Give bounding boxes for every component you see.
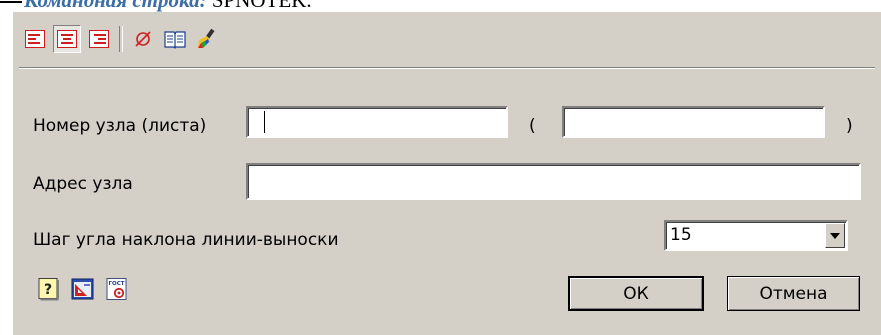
diameter-symbol-button[interactable] (129, 25, 157, 53)
book-icon (164, 31, 186, 49)
caption-dash (0, 1, 22, 4)
toolbar-divider (19, 67, 875, 69)
caption-command: SPNOTEK. (211, 0, 312, 12)
align-center-icon (57, 30, 77, 48)
chevron-down-icon (830, 232, 840, 239)
angle-step-label: Шаг угла наклона линии-выноски (33, 230, 339, 250)
brush-icon (198, 28, 215, 48)
node-address-input[interactable] (246, 163, 861, 200)
svg-text:ГОСТ: ГОСТ (109, 281, 125, 287)
paren-close: ) (846, 116, 853, 136)
help-icon[interactable]: ? (37, 277, 61, 301)
ok-button[interactable]: ОК (568, 276, 704, 311)
angle-step-dropdown-button[interactable] (825, 223, 845, 248)
align-left-icon (25, 30, 45, 48)
align-right-button[interactable] (85, 25, 113, 53)
toolbar-separator (119, 26, 123, 52)
sheet-number-input[interactable] (562, 106, 825, 138)
node-address-label: Адрес узла (33, 174, 133, 194)
svg-text:?: ? (44, 282, 52, 298)
format-brush-button[interactable] (193, 25, 221, 53)
align-left-button[interactable] (21, 25, 49, 53)
angle-step-select[interactable]: 15 (664, 220, 848, 251)
note-dialog: Номер узла (листа) ( ) Адрес узла Шаг уг… (13, 12, 881, 335)
text-caret (264, 111, 265, 133)
cancel-button[interactable]: Отмена (727, 276, 860, 311)
paren-open: ( (529, 116, 536, 136)
toolbar (21, 22, 225, 56)
gost-settings-icon[interactable]: ГОСТ (105, 277, 129, 301)
drafting-icon[interactable] (71, 277, 95, 301)
node-number-input[interactable] (246, 106, 508, 138)
align-center-button[interactable] (53, 25, 81, 53)
node-number-label: Номер узла (листа) (33, 116, 207, 136)
diameter-symbol-icon (135, 31, 151, 47)
caption-italic-text: Командная строка: (24, 0, 207, 12)
library-button[interactable] (161, 25, 189, 53)
align-right-icon (89, 30, 109, 48)
angle-step-value: 15 (670, 225, 692, 245)
